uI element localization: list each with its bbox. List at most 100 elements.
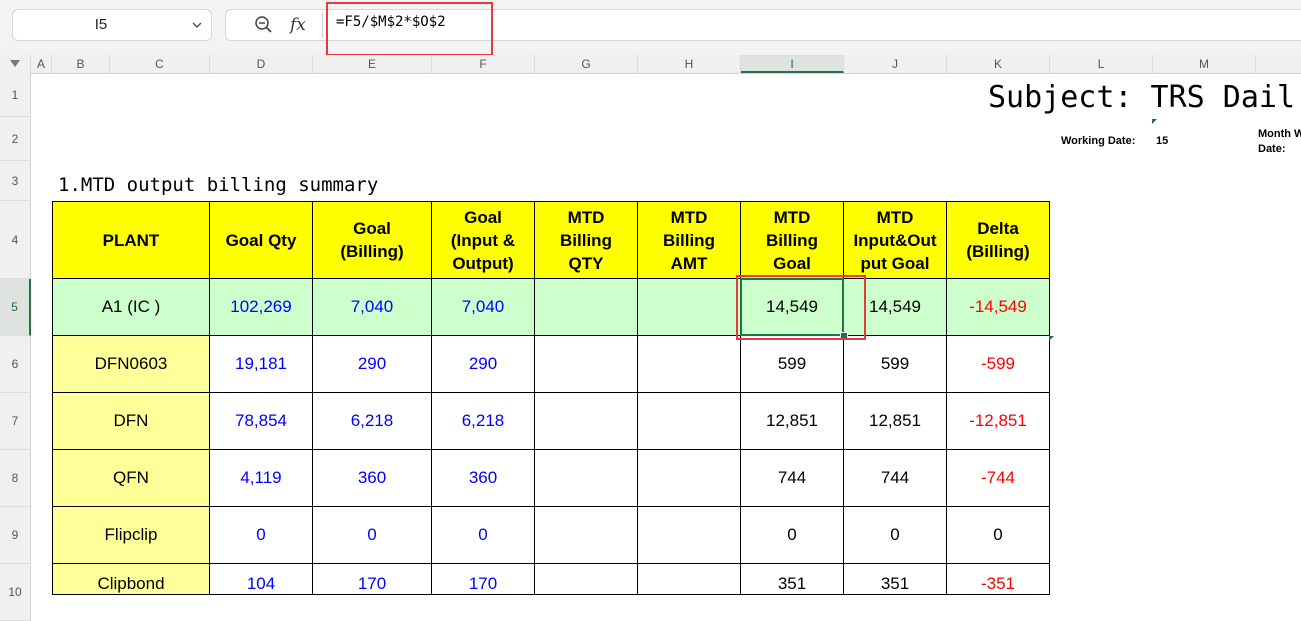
row-header[interactable]: 10 — [0, 564, 31, 621]
row-header[interactable]: 2 — [0, 117, 31, 161]
table-cell[interactable]: 360 — [431, 449, 535, 507]
table-cell[interactable]: 290 — [312, 335, 432, 393]
table-cell-plant[interactable]: Flipclip — [52, 506, 210, 564]
table-cell[interactable]: 4,119 — [209, 449, 313, 507]
table-cell[interactable] — [637, 392, 741, 450]
table-cell[interactable]: 7,040 — [312, 278, 432, 336]
table-cell[interactable] — [534, 392, 638, 450]
column-header[interactable]: M — [1153, 55, 1256, 73]
column-header[interactable]: A — [31, 55, 52, 73]
column-header-bar: A B C D E F G H I J K L M — [0, 55, 1301, 74]
column-header[interactable]: K — [947, 55, 1050, 73]
table-cell[interactable]: 78,854 — [209, 392, 313, 450]
section-title: 1.MTD output billing summary — [58, 174, 379, 196]
table-cell[interactable] — [534, 449, 638, 507]
fx-icon[interactable]: fx — [290, 13, 314, 37]
row-header[interactable]: 7 — [0, 393, 31, 450]
table-header-cell[interactable]: MTD Billing AMT — [637, 201, 741, 279]
table-cell[interactable]: 0 — [209, 506, 313, 564]
table-cell[interactable]: 12,851 — [843, 392, 947, 450]
cell-highlight-box — [736, 275, 866, 340]
table-cell[interactable]: 744 — [843, 449, 947, 507]
column-header[interactable]: F — [432, 55, 535, 73]
column-header[interactable]: G — [535, 55, 638, 73]
table-cell[interactable]: 360 — [312, 449, 432, 507]
table-cell[interactable] — [637, 563, 741, 595]
table-cell[interactable]: 19,181 — [209, 335, 313, 393]
row-header[interactable]: 3 — [0, 161, 31, 201]
table-cell[interactable]: -12,851 — [946, 392, 1050, 450]
table-cell[interactable]: 7,040 — [431, 278, 535, 336]
row-header[interactable]: 4 — [0, 201, 31, 279]
table-cell[interactable] — [534, 506, 638, 564]
table-header-cell[interactable]: MTD Input&Out put Goal — [843, 201, 947, 279]
table-cell[interactable]: 0 — [431, 506, 535, 564]
table-cell-plant[interactable]: DFN0603 — [52, 335, 210, 393]
table-header-cell[interactable]: Goal (Billing) — [312, 201, 432, 279]
table-header-cell[interactable]: MTD Billing QTY — [534, 201, 638, 279]
table-cell[interactable]: -14,549 — [946, 278, 1050, 336]
table-cell[interactable]: 0 — [946, 506, 1050, 564]
table-cell[interactable]: 599 — [843, 335, 947, 393]
table-cell[interactable]: 0 — [740, 506, 844, 564]
row-header[interactable]: 6 — [0, 336, 31, 393]
table-cell-plant[interactable]: DFN — [52, 392, 210, 450]
month-working-date-label: Month W Date: — [1258, 127, 1301, 157]
table-cell[interactable]: 104 — [209, 563, 313, 595]
column-header[interactable]: J — [844, 55, 947, 73]
table-cell[interactable]: 6,218 — [312, 392, 432, 450]
formula-bar-divider — [322, 12, 323, 38]
table-cell[interactable]: 290 — [431, 335, 535, 393]
month-label-line1: Month W — [1258, 128, 1301, 140]
table-cell-plant[interactable]: Clipbond — [52, 563, 210, 595]
table-cell[interactable]: 0 — [312, 506, 432, 564]
column-header[interactable]: L — [1050, 55, 1153, 73]
table-header-cell[interactable]: Delta (Billing) — [946, 201, 1050, 279]
column-header[interactable]: E — [313, 55, 432, 73]
chevron-down-icon[interactable] — [191, 19, 203, 31]
table-cell[interactable] — [637, 278, 741, 336]
error-indicator-icon — [1049, 336, 1054, 341]
column-header-selected[interactable]: I — [741, 55, 844, 73]
table-header-cell[interactable]: Goal (Input & Output) — [431, 201, 535, 279]
column-header[interactable]: B — [52, 55, 110, 73]
table-cell[interactable]: 599 — [740, 335, 844, 393]
working-date-value[interactable]: 15 — [1156, 135, 1168, 147]
row-header[interactable]: 9 — [0, 507, 31, 564]
table-cell[interactable]: 170 — [312, 563, 432, 595]
month-label-line2: Date: — [1258, 143, 1286, 155]
table-cell[interactable] — [637, 449, 741, 507]
table-cell[interactable] — [637, 335, 741, 393]
table-cell[interactable]: 351 — [843, 563, 947, 595]
table-cell[interactable]: 744 — [740, 449, 844, 507]
table-cell[interactable] — [637, 506, 741, 564]
table-cell[interactable]: -744 — [946, 449, 1050, 507]
table-cell[interactable]: 170 — [431, 563, 535, 595]
zoom-icon[interactable] — [254, 15, 274, 35]
table-cell[interactable]: -599 — [946, 335, 1050, 393]
table-cell[interactable]: -351 — [946, 563, 1050, 595]
name-box[interactable]: I5 — [12, 9, 212, 41]
table-header-cell[interactable]: MTD Billing Goal — [740, 201, 844, 279]
table-header-cell[interactable]: Goal Qty — [209, 201, 313, 279]
column-header[interactable]: H — [638, 55, 741, 73]
table-cell[interactable]: 0 — [843, 506, 947, 564]
table-cell[interactable] — [534, 278, 638, 336]
row-header[interactable]: 8 — [0, 450, 31, 507]
report-title: Subject: TRS Dail — [988, 80, 1296, 115]
table-cell[interactable]: 6,218 — [431, 392, 535, 450]
column-header[interactable]: D — [210, 55, 313, 73]
table-cell-plant[interactable]: QFN — [52, 449, 210, 507]
table-cell[interactable]: 351 — [740, 563, 844, 595]
comment-indicator-icon — [1152, 119, 1157, 124]
table-header-cell[interactable]: PLANT — [52, 201, 210, 279]
table-cell[interactable] — [534, 563, 638, 595]
table-cell[interactable]: 102,269 — [209, 278, 313, 336]
table-cell-plant[interactable]: A1 (IC ) — [52, 278, 210, 336]
table-cell[interactable] — [534, 335, 638, 393]
column-header[interactable]: C — [110, 55, 210, 73]
row-header[interactable]: 1 — [0, 73, 31, 117]
row-header-selected[interactable]: 5 — [0, 279, 31, 336]
table-cell[interactable]: 12,851 — [740, 392, 844, 450]
select-all-triangle-icon[interactable] — [10, 60, 20, 68]
